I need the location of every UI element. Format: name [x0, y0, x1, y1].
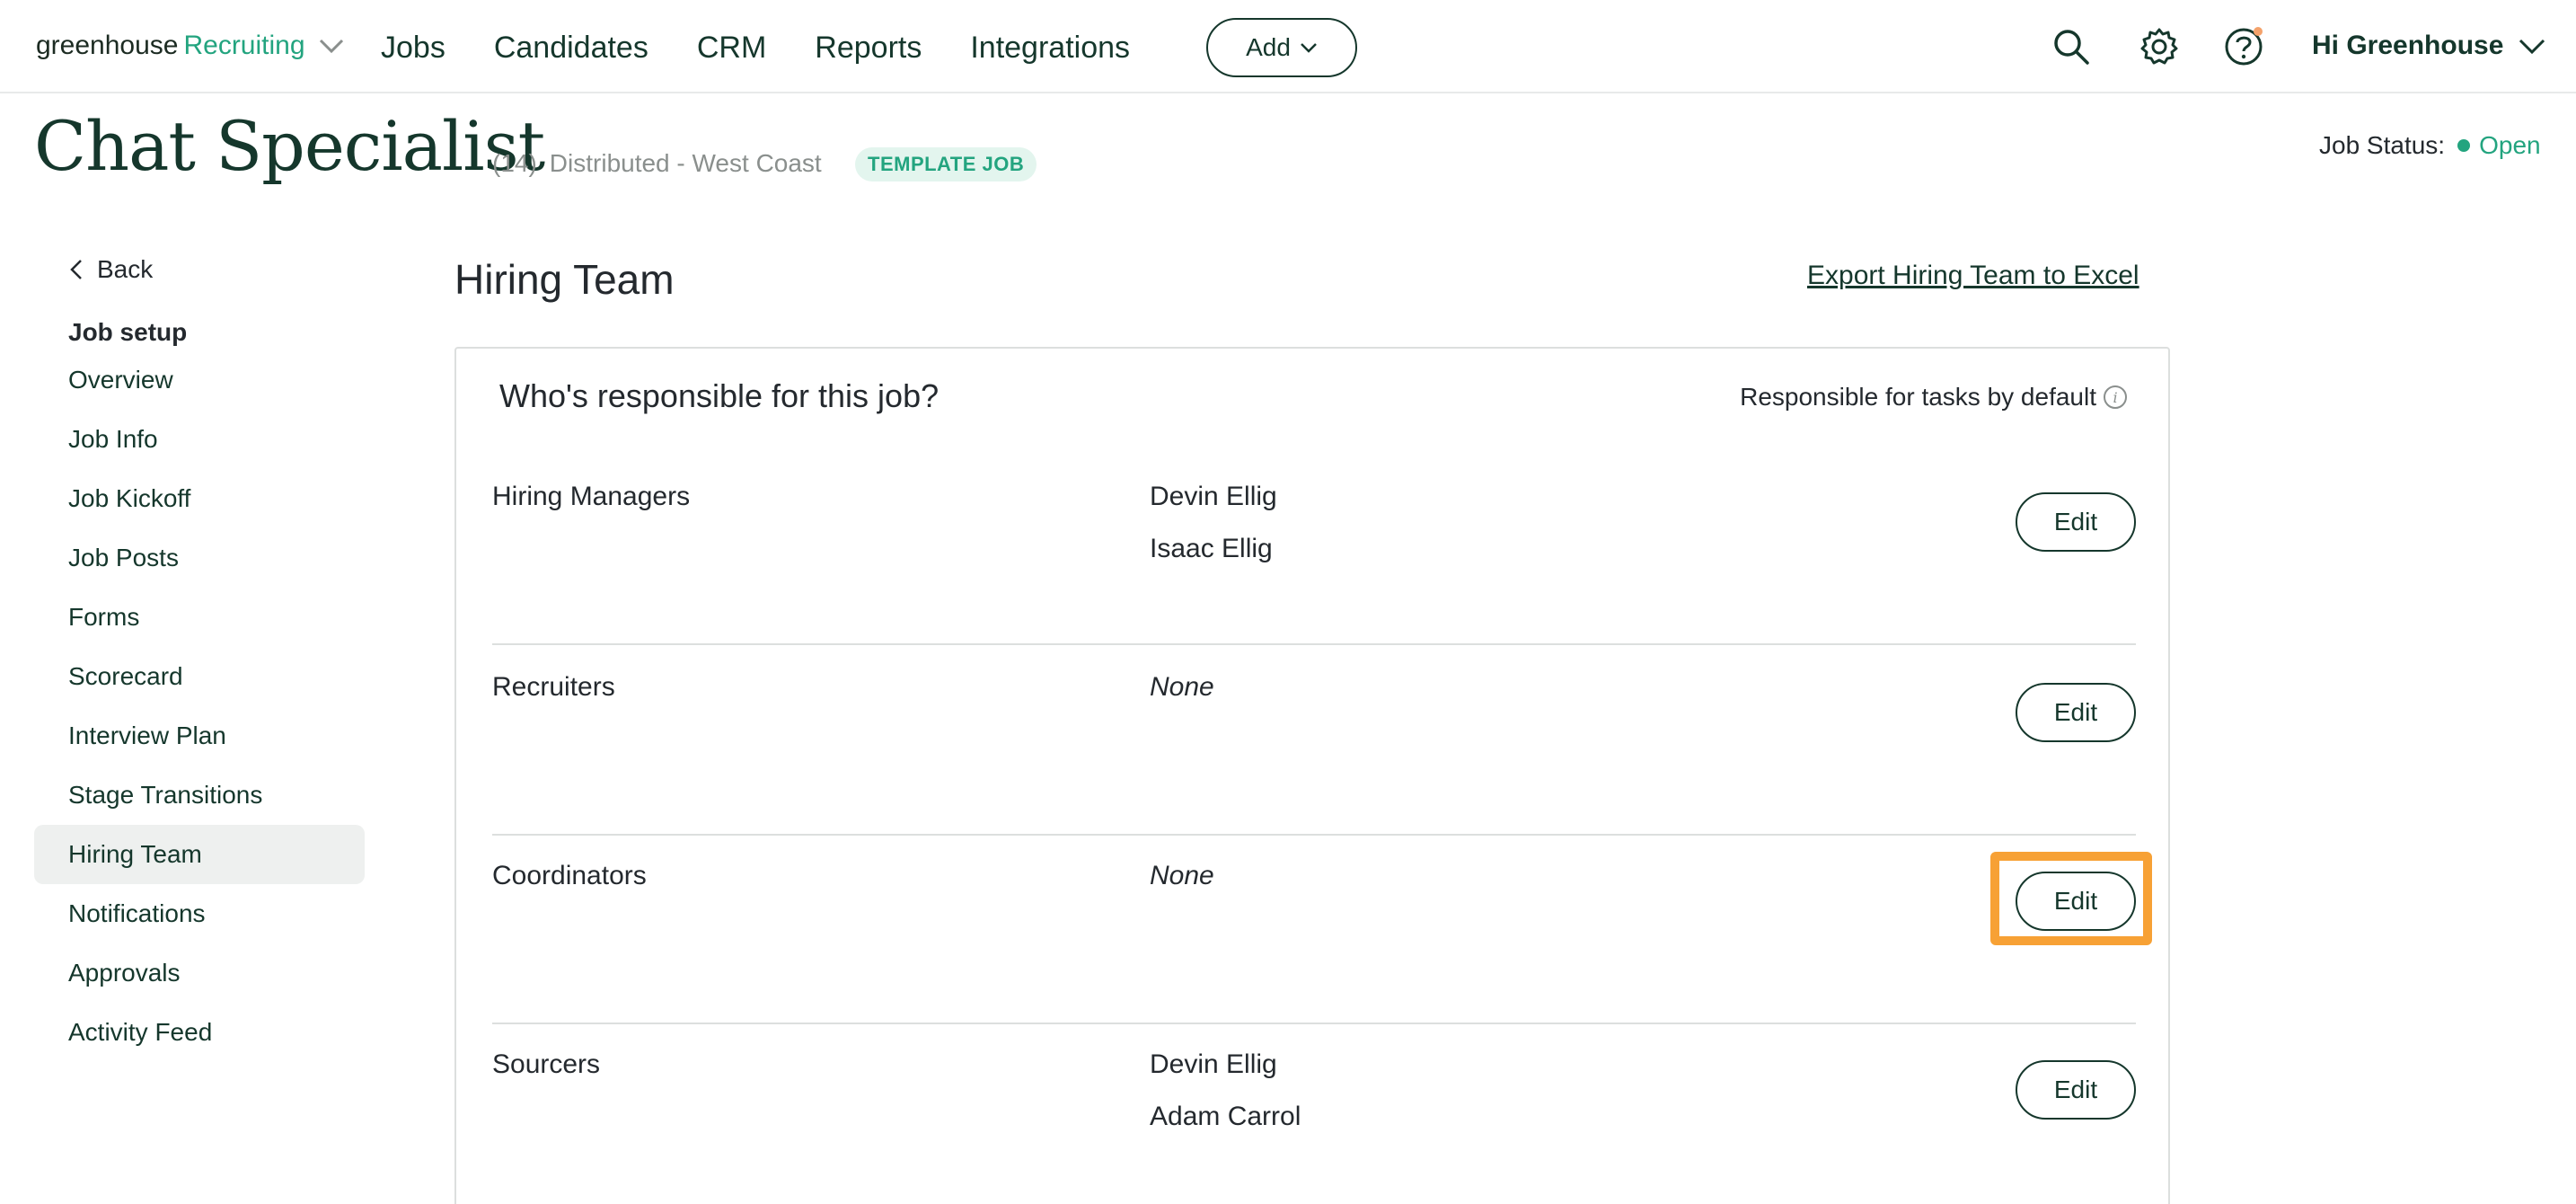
brand-secondary: Recruiting	[183, 31, 305, 60]
sidebar-item-job-kickoff[interactable]: Job Kickoff	[34, 469, 365, 528]
sidebar-item-notifications[interactable]: Notifications	[34, 884, 365, 943]
card-question: Who's responsible for this job?	[499, 377, 940, 414]
brand-logo[interactable]: greenhouse Recruiting	[36, 31, 345, 61]
member-name: Devin Ellig	[1150, 1049, 1277, 1079]
nav-candidates[interactable]: Candidates	[494, 31, 648, 66]
role-members: Devin Ellig Isaac Ellig	[1150, 482, 1277, 586]
user-menu[interactable]: Hi Greenhouse	[2312, 31, 2546, 61]
back-label: Back	[97, 255, 154, 283]
responsible-default-label: Responsible for tasks by default i	[1740, 383, 2129, 412]
highlight-box	[1990, 852, 2152, 945]
search-icon[interactable]	[2051, 27, 2091, 66]
nav-reports[interactable]: Reports	[815, 31, 922, 66]
add-button[interactable]: Add	[1206, 18, 1357, 77]
team-row-coordinators: Coordinators None Edit	[492, 836, 2136, 1024]
job-location: Distributed - West Coast	[549, 149, 822, 177]
gear-icon[interactable]	[2139, 27, 2179, 66]
chevron-down-icon[interactable]	[318, 37, 345, 55]
sidebar-item-forms[interactable]: Forms	[34, 588, 365, 647]
sidebar-item-activity-feed[interactable]: Activity Feed	[34, 1003, 365, 1062]
sidebar-item-approvals[interactable]: Approvals	[34, 943, 365, 1003]
member-none: None	[1150, 861, 1214, 890]
template-job-badge: TEMPLATE JOB	[855, 147, 1037, 181]
main-nav: Jobs Candidates CRM Reports Integrations	[381, 31, 1130, 66]
role-members: Devin Ellig Adam Carrol	[1150, 1049, 1301, 1154]
top-navigation: greenhouse Recruiting Jobs Candidates CR…	[0, 0, 2576, 93]
job-setup-sidebar: Back Job setup Overview Job Info Job Kic…	[34, 248, 365, 1062]
team-row-sourcers: Sourcers Devin Ellig Adam Carrol Edit	[492, 1024, 2136, 1204]
nav-jobs[interactable]: Jobs	[381, 31, 446, 66]
job-subtitle: (14) Distributed - West Coast	[492, 149, 822, 178]
job-status-value: Open	[2479, 131, 2541, 159]
sidebar-item-interview-plan[interactable]: Interview Plan	[34, 706, 365, 766]
nav-integrations[interactable]: Integrations	[970, 31, 1130, 66]
sidebar-item-job-posts[interactable]: Job Posts	[34, 528, 365, 588]
section-title: Hiring Team	[454, 256, 675, 303]
role-members: None	[1150, 672, 1214, 724]
brand-primary: greenhouse	[36, 31, 179, 60]
team-row-hiring-managers: Hiring Managers Devin Ellig Isaac Ellig …	[492, 456, 2136, 645]
status-dot-icon	[2457, 139, 2471, 152]
edit-recruiters-button[interactable]: Edit	[2016, 683, 2136, 742]
nav-crm[interactable]: CRM	[697, 31, 766, 66]
responsible-label-text: Responsible for tasks by default	[1740, 383, 2096, 411]
job-count: (14)	[492, 149, 537, 177]
chevron-left-icon	[70, 260, 82, 279]
edit-sourcers-button[interactable]: Edit	[2016, 1060, 2136, 1120]
add-button-label: Add	[1246, 33, 1291, 61]
help-icon[interactable]	[2224, 27, 2263, 66]
sidebar-item-scorecard[interactable]: Scorecard	[34, 647, 365, 706]
role-members: None	[1150, 861, 1214, 913]
job-status-label: Job Status:	[2319, 131, 2446, 159]
export-hiring-team-link[interactable]: Export Hiring Team to Excel	[1807, 261, 2139, 291]
sidebar-item-stage-transitions[interactable]: Stage Transitions	[34, 766, 365, 825]
sidebar-heading: Job setup	[68, 318, 188, 346]
role-label: Hiring Managers	[492, 482, 691, 511]
member-name: Isaac Ellig	[1150, 534, 1273, 563]
sidebar-item-hiring-team[interactable]: Hiring Team	[34, 825, 365, 884]
edit-hiring-managers-button[interactable]: Edit	[2016, 492, 2136, 552]
chevron-down-icon	[1301, 43, 1317, 53]
chevron-down-icon	[2519, 39, 2545, 55]
team-row-recruiters: Recruiters None Edit	[492, 647, 2136, 836]
role-label: Sourcers	[492, 1049, 601, 1079]
hiring-team-card: Who's responsible for this job? Responsi…	[454, 347, 2170, 1204]
member-none: None	[1150, 672, 1214, 702]
member-name: Devin Ellig	[1150, 482, 1277, 511]
info-icon[interactable]: i	[2102, 384, 2129, 411]
member-name: Adam Carrol	[1150, 1102, 1301, 1131]
sidebar-item-job-info[interactable]: Job Info	[34, 410, 365, 469]
sidebar-item-overview[interactable]: Overview	[34, 350, 365, 410]
page-title: Chat Specialist	[34, 106, 545, 186]
user-greeting: Hi Greenhouse	[2312, 31, 2504, 60]
svg-text:i: i	[2113, 389, 2117, 406]
back-link[interactable]: Back	[34, 248, 365, 291]
role-label: Recruiters	[492, 672, 615, 702]
role-label: Coordinators	[492, 861, 647, 890]
job-status: Job Status: Open	[2319, 131, 2541, 160]
